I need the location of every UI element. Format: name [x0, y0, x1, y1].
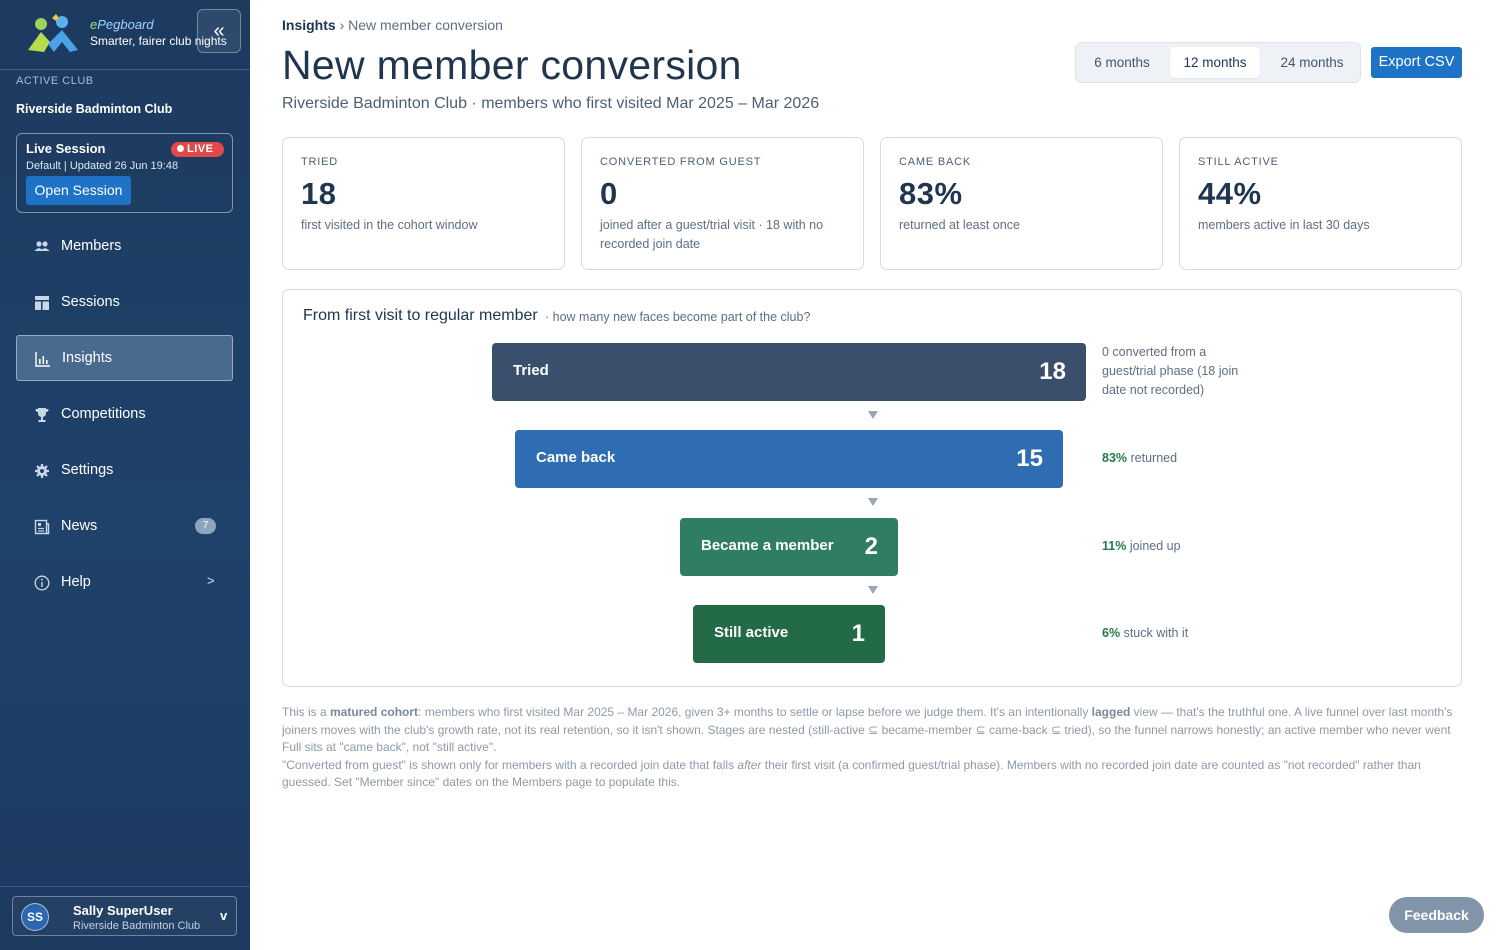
- sidebar-item-insights[interactable]: Insights: [16, 335, 233, 381]
- feedback-button[interactable]: Feedback: [1389, 897, 1484, 933]
- page-title: New member conversion: [282, 42, 742, 88]
- stage-note: 11% joined up: [1102, 539, 1181, 553]
- sidebar: ePegboard Smarter, fairer club nights « …: [0, 0, 250, 950]
- sidebar-item-label: Insights: [62, 350, 112, 366]
- live-session-subtitle: Default | Updated 26 Jun 19:48: [26, 160, 179, 172]
- collapse-sidebar-button[interactable]: «: [197, 9, 241, 53]
- trophy-icon: [35, 408, 49, 422]
- page-subtitle: Riverside Badminton Club · members who f…: [282, 95, 820, 112]
- sidebar-item-news[interactable]: News 7: [16, 504, 233, 550]
- breadcrumb-separator: ›: [339, 17, 345, 33]
- stat-card-still-active: STILL ACTIVE 44% members active in last …: [1179, 137, 1462, 270]
- active-club-label: ACTIVE CLUB: [16, 75, 94, 87]
- funnel-panel: From first visit to regular member · how…: [282, 289, 1462, 687]
- stage-value: 15: [1016, 445, 1043, 472]
- sidebar-item-sessions[interactable]: Sessions: [16, 280, 233, 326]
- stat-value: 18: [301, 176, 337, 211]
- stat-description: returned at least once: [899, 218, 1020, 232]
- sidebar-item-label: Settings: [61, 462, 114, 478]
- stat-card-came-back: CAME BACK 83% returned at least once: [880, 137, 1163, 270]
- footnote-paragraph: This is a matured cohort: members who fi…: [282, 705, 1453, 754]
- funnel-stage-tried: Tried 18: [492, 343, 1086, 401]
- arrow-down-icon: [868, 586, 878, 594]
- sessions-icon: [35, 296, 49, 310]
- sidebar-item-label: Help: [61, 574, 91, 590]
- stat-label: STILL ACTIVE: [1198, 156, 1279, 168]
- range-24-months-button[interactable]: 24 months: [1266, 47, 1358, 78]
- sidebar-item-label: Competitions: [61, 406, 146, 422]
- sidebar-item-competitions[interactable]: Competitions: [16, 392, 233, 438]
- sidebar-item-label: News: [61, 518, 98, 534]
- user-menu[interactable]: SS Sally SuperUser Riverside Badminton C…: [12, 896, 237, 936]
- stage-label: Still active: [714, 624, 789, 641]
- funnel-stage-still-active: Still active 1: [693, 605, 885, 663]
- funnel-question: · how many new faces become part of the …: [545, 310, 811, 324]
- range-12-months-button[interactable]: 12 months: [1170, 47, 1260, 78]
- arrow-down-icon: [868, 498, 878, 506]
- breadcrumb-current: New member conversion: [348, 17, 503, 33]
- stage-note: 6% stuck with it: [1102, 626, 1189, 640]
- chevron-down-icon: v: [220, 908, 228, 923]
- stat-value: 0: [600, 176, 618, 211]
- export-csv-button[interactable]: Export CSV: [1371, 47, 1462, 78]
- stage-value: 1: [851, 620, 865, 647]
- gear-icon: [35, 464, 49, 478]
- insights-icon: [35, 352, 50, 367]
- sidebar-item-help[interactable]: Help >: [16, 560, 233, 606]
- breadcrumb: Insights › New member conversion: [282, 17, 503, 33]
- stat-label: CONVERTED FROM GUEST: [600, 156, 762, 168]
- stage-note: 83% returned: [1102, 451, 1178, 465]
- brand: ePegboard Smarter, fairer club nights «: [0, 0, 250, 70]
- stat-value: 83%: [899, 176, 963, 211]
- sidebar-item-label: Sessions: [61, 294, 120, 310]
- breadcrumb-insights-link[interactable]: Insights: [282, 17, 336, 33]
- brand-name: ePegboard: [90, 17, 154, 32]
- live-session-title: Live Session: [26, 141, 106, 156]
- stage-label: Became a member: [701, 537, 834, 554]
- stat-label: CAME BACK: [899, 156, 971, 168]
- methodology-footnote: This is a matured cohort: members who fi…: [282, 704, 1462, 792]
- stage-value: 2: [864, 533, 878, 560]
- stat-card-tried: TRIED 18 first visited in the cohort win…: [282, 137, 565, 270]
- stage-label: Came back: [536, 449, 616, 466]
- stat-description: members active in last 30 days: [1198, 218, 1370, 232]
- avatar: SS: [21, 903, 49, 931]
- news-icon: [34, 519, 50, 535]
- stage-label: Tried: [513, 362, 549, 379]
- members-icon: [34, 241, 50, 251]
- footnote-paragraph: "Converted from guest" is shown only for…: [282, 757, 1421, 790]
- stat-card-converted: CONVERTED FROM GUEST 0 joined after a gu…: [581, 137, 864, 270]
- funnel-stage-came-back: Came back 15: [515, 430, 1063, 488]
- stage-note: 0 converted from a guest/trial phase (18…: [1102, 345, 1239, 397]
- live-session-card: Live Session LIVE Default | Updated 26 J…: [16, 133, 233, 213]
- active-club-name: Riverside Badminton Club: [16, 102, 173, 116]
- user-name: Sally SuperUser: [73, 903, 173, 918]
- news-count-badge: 7: [195, 518, 216, 534]
- arrow-down-icon: [868, 411, 878, 419]
- live-badge: LIVE: [171, 142, 224, 157]
- stat-description: first visited in the cohort window: [301, 218, 478, 232]
- sidebar-item-settings[interactable]: Settings: [16, 448, 233, 494]
- divider: [0, 886, 250, 887]
- sidebar-item-members[interactable]: Members: [16, 224, 233, 270]
- chevron-right-icon: >: [207, 573, 215, 588]
- sidebar-item-label: Members: [61, 238, 122, 254]
- logo-icon: [28, 14, 78, 52]
- user-club: Riverside Badminton Club: [73, 920, 201, 932]
- help-icon: [34, 575, 50, 591]
- funnel-stage-became-member: Became a member 2: [680, 518, 898, 576]
- stat-description: joined after a guest/trial visit · 18 wi…: [600, 218, 824, 251]
- live-dot-icon: [177, 145, 184, 152]
- stat-label: TRIED: [301, 156, 338, 168]
- stage-value: 18: [1039, 358, 1066, 385]
- open-session-button[interactable]: Open Session: [26, 176, 131, 205]
- stat-value: 44%: [1198, 176, 1262, 211]
- range-selector: 6 months 12 months 24 months: [1075, 42, 1361, 83]
- funnel-title: From first visit to regular member: [303, 307, 538, 324]
- range-6-months-button[interactable]: 6 months: [1080, 47, 1164, 78]
